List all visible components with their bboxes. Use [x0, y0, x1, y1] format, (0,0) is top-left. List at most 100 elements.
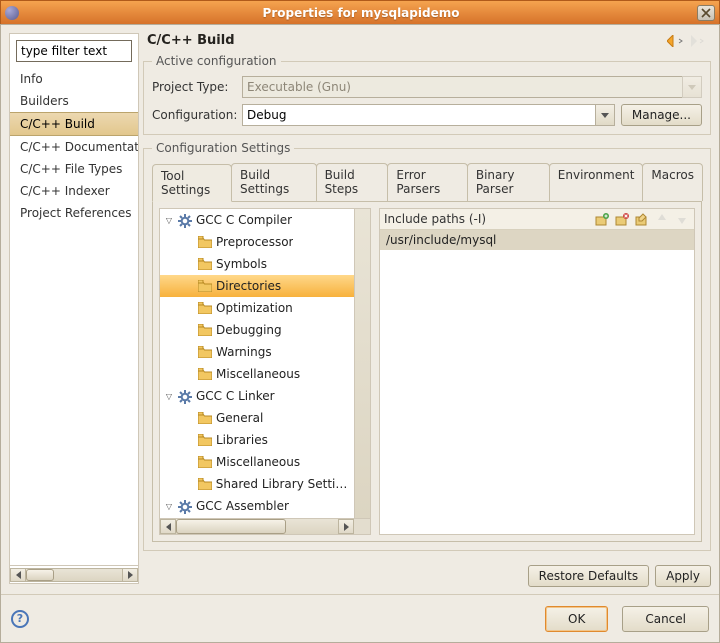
apply-button[interactable]: Apply [655, 565, 711, 587]
tree-item[interactable]: Optimization [160, 297, 354, 319]
include-path-item[interactable]: /usr/include/mysql [380, 230, 694, 250]
category-item[interactable]: C/C++ Documentation [10, 136, 138, 158]
filter-input[interactable] [16, 40, 132, 62]
nav-forward-icon[interactable] [691, 34, 709, 48]
tree-scroll-corner [354, 519, 370, 534]
scroll-track[interactable] [26, 568, 122, 582]
tree-item[interactable]: Shared Library Settings [160, 473, 354, 495]
tree-item[interactable]: Warnings [160, 341, 354, 363]
tab-binary-parser[interactable]: Binary Parser [467, 163, 550, 201]
expander-icon[interactable]: ▽ [164, 392, 174, 401]
folder-icon [198, 478, 212, 490]
scroll-right-button[interactable] [122, 568, 138, 582]
category-list[interactable]: InfoBuildersC/C++ BuildC/C++ Documentati… [10, 68, 138, 565]
category-hscrollbar[interactable] [10, 565, 138, 583]
tab-build-settings[interactable]: Build Settings [231, 163, 317, 201]
tree-item-label: GCC Assembler [196, 499, 289, 513]
folder-icon [198, 258, 212, 270]
folder-icon [198, 236, 212, 248]
tree-item[interactable]: Symbols [160, 253, 354, 275]
window-titlebar[interactable]: Properties for mysqlapidemo [0, 0, 720, 24]
nav-back-icon[interactable] [667, 34, 685, 48]
folder-icon [198, 434, 212, 446]
tree-item-label: Debugging [216, 323, 282, 337]
delete-include-icon[interactable] [614, 211, 630, 227]
tree-item[interactable]: ▽ GCC Assembler [160, 495, 354, 517]
scroll-left-button[interactable] [10, 568, 26, 582]
chevron-down-icon[interactable] [595, 104, 615, 126]
scroll-thumb[interactable] [26, 569, 54, 581]
folder-icon [198, 280, 212, 292]
tree-item[interactable]: ▽ GCC C Compiler [160, 209, 354, 231]
tool-tree[interactable]: ▽ GCC C Compiler Preprocessor Symbols Direct… [160, 209, 354, 518]
include-paths-pane: Include paths (-I) /usr/include/mysql [379, 208, 695, 535]
category-item[interactable]: Project References [10, 202, 138, 224]
tree-item[interactable]: Miscellaneous [160, 451, 354, 473]
configuration-settings-group: Configuration Settings Tool SettingsBuil… [143, 141, 711, 551]
tree-item-label: GCC C Linker [196, 389, 275, 403]
tree-item[interactable]: Libraries [160, 429, 354, 451]
tree-item[interactable]: Debugging [160, 319, 354, 341]
active-configuration-group: Active configuration Project Type: Execu… [143, 54, 711, 135]
tree-scroll-right-button[interactable] [338, 519, 354, 534]
configuration-select[interactable]: Debug [242, 104, 615, 126]
tree-vscrollbar[interactable] [354, 209, 370, 518]
include-paths-header: Include paths (-I) [384, 212, 590, 226]
restore-defaults-button[interactable]: Restore Defaults [528, 565, 649, 587]
include-paths-list[interactable]: /usr/include/mysql [380, 230, 694, 534]
tree-item-label: GCC C Compiler [196, 213, 292, 227]
page-title: C/C++ Build [147, 33, 235, 48]
tab-error-parsers[interactable]: Error Parsers [387, 163, 467, 201]
tree-item-label: Warnings [216, 345, 272, 359]
tool-tree-pane: ▽ GCC C Compiler Preprocessor Symbols Direct… [159, 208, 371, 535]
category-panel: InfoBuildersC/C++ BuildC/C++ Documentati… [9, 33, 139, 584]
settings-tabs: Tool SettingsBuild SettingsBuild StepsEr… [152, 163, 702, 202]
tab-environment[interactable]: Environment [549, 163, 644, 201]
tree-item[interactable]: ▽ GCC C Linker [160, 385, 354, 407]
category-item[interactable]: C/C++ Build [10, 112, 138, 136]
help-icon[interactable]: ? [11, 610, 29, 628]
add-include-icon[interactable] [594, 211, 610, 227]
tree-item-label: Miscellaneous [216, 367, 300, 381]
move-up-icon [654, 211, 670, 227]
tree-item-label: Preprocessor [216, 235, 293, 249]
project-type-value: Executable (Gnu) [242, 76, 682, 98]
ok-button[interactable]: OK [545, 606, 608, 632]
configuration-settings-legend: Configuration Settings [152, 141, 294, 155]
project-type-label: Project Type: [152, 80, 242, 94]
tree-item-label: Symbols [216, 257, 267, 271]
tree-hscroll-track[interactable] [176, 519, 338, 534]
tree-item[interactable]: General [160, 407, 354, 429]
folder-icon [198, 346, 212, 358]
category-item[interactable]: Info [10, 68, 138, 90]
tree-item[interactable]: Preprocessor [160, 231, 354, 253]
folder-icon [198, 302, 212, 314]
tree-item[interactable]: Directories [160, 275, 354, 297]
manage-configurations-button[interactable]: Manage... [621, 104, 702, 126]
expander-icon[interactable]: ▽ [164, 502, 174, 511]
folder-icon [198, 456, 212, 468]
tree-item-label: Optimization [216, 301, 293, 315]
category-item[interactable]: C/C++ File Types [10, 158, 138, 180]
app-icon [5, 6, 19, 20]
tab-macros[interactable]: Macros [642, 163, 703, 201]
window-close-button[interactable] [697, 5, 715, 21]
tree-hscroll-thumb[interactable] [176, 519, 286, 534]
tree-item[interactable]: Miscellaneous [160, 363, 354, 385]
category-item[interactable]: Builders [10, 90, 138, 112]
gear-icon [178, 500, 192, 512]
tree-scroll-left-button[interactable] [160, 519, 176, 534]
tab-build-steps[interactable]: Build Steps [316, 163, 389, 201]
expander-icon[interactable]: ▽ [164, 216, 174, 225]
cancel-button[interactable]: Cancel [622, 606, 709, 632]
category-item[interactable]: C/C++ Indexer [10, 180, 138, 202]
tree-item-label: Directories [216, 279, 281, 293]
folder-icon [198, 412, 212, 424]
tree-item-label: General [216, 411, 263, 425]
tab-tool-settings[interactable]: Tool Settings [152, 164, 232, 202]
edit-include-icon[interactable] [634, 211, 650, 227]
tree-item-label: Shared Library Settings [216, 477, 354, 491]
chevron-down-icon [682, 76, 702, 98]
active-configuration-legend: Active configuration [152, 54, 281, 68]
move-down-icon [674, 211, 690, 227]
